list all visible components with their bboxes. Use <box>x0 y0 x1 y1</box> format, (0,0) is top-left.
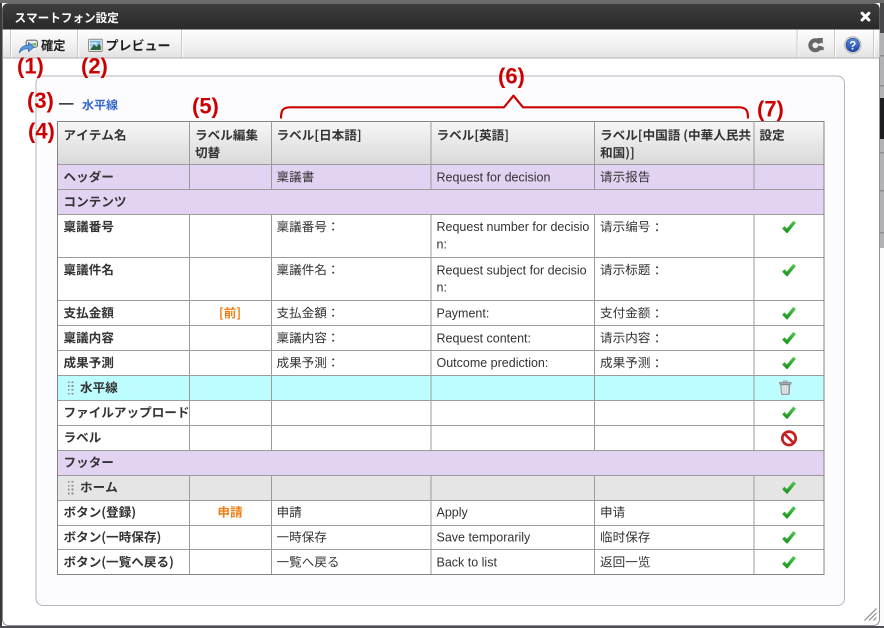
svg-text:Request for decision: Request for decision <box>437 170 551 184</box>
svg-text:(7): (7) <box>757 97 784 122</box>
svg-text:n:: n: <box>437 281 447 295</box>
svg-text:(4): (4) <box>28 118 55 143</box>
svg-text:Outcome prediction:: Outcome prediction: <box>437 356 549 370</box>
svg-text:Back to list: Back to list <box>437 556 498 570</box>
svg-text:Request subject for decisio: Request subject for decisio <box>437 263 587 277</box>
svg-text:(2): (2) <box>81 54 108 79</box>
svg-text:?: ? <box>849 41 856 53</box>
svg-text:Payment:: Payment: <box>437 306 490 320</box>
svg-text:Save temporarily: Save temporarily <box>437 531 532 545</box>
svg-text:Request number for decisio: Request number for decisio <box>437 220 590 234</box>
svg-text:Apply: Apply <box>437 506 469 520</box>
svg-text:Request content:: Request content: <box>437 331 532 345</box>
svg-text:n:: n: <box>437 238 447 252</box>
svg-text:(1): (1) <box>17 54 44 79</box>
svg-text:(5): (5) <box>192 94 219 119</box>
svg-text:(3): (3) <box>27 88 54 113</box>
svg-text:(6): (6) <box>498 64 525 89</box>
